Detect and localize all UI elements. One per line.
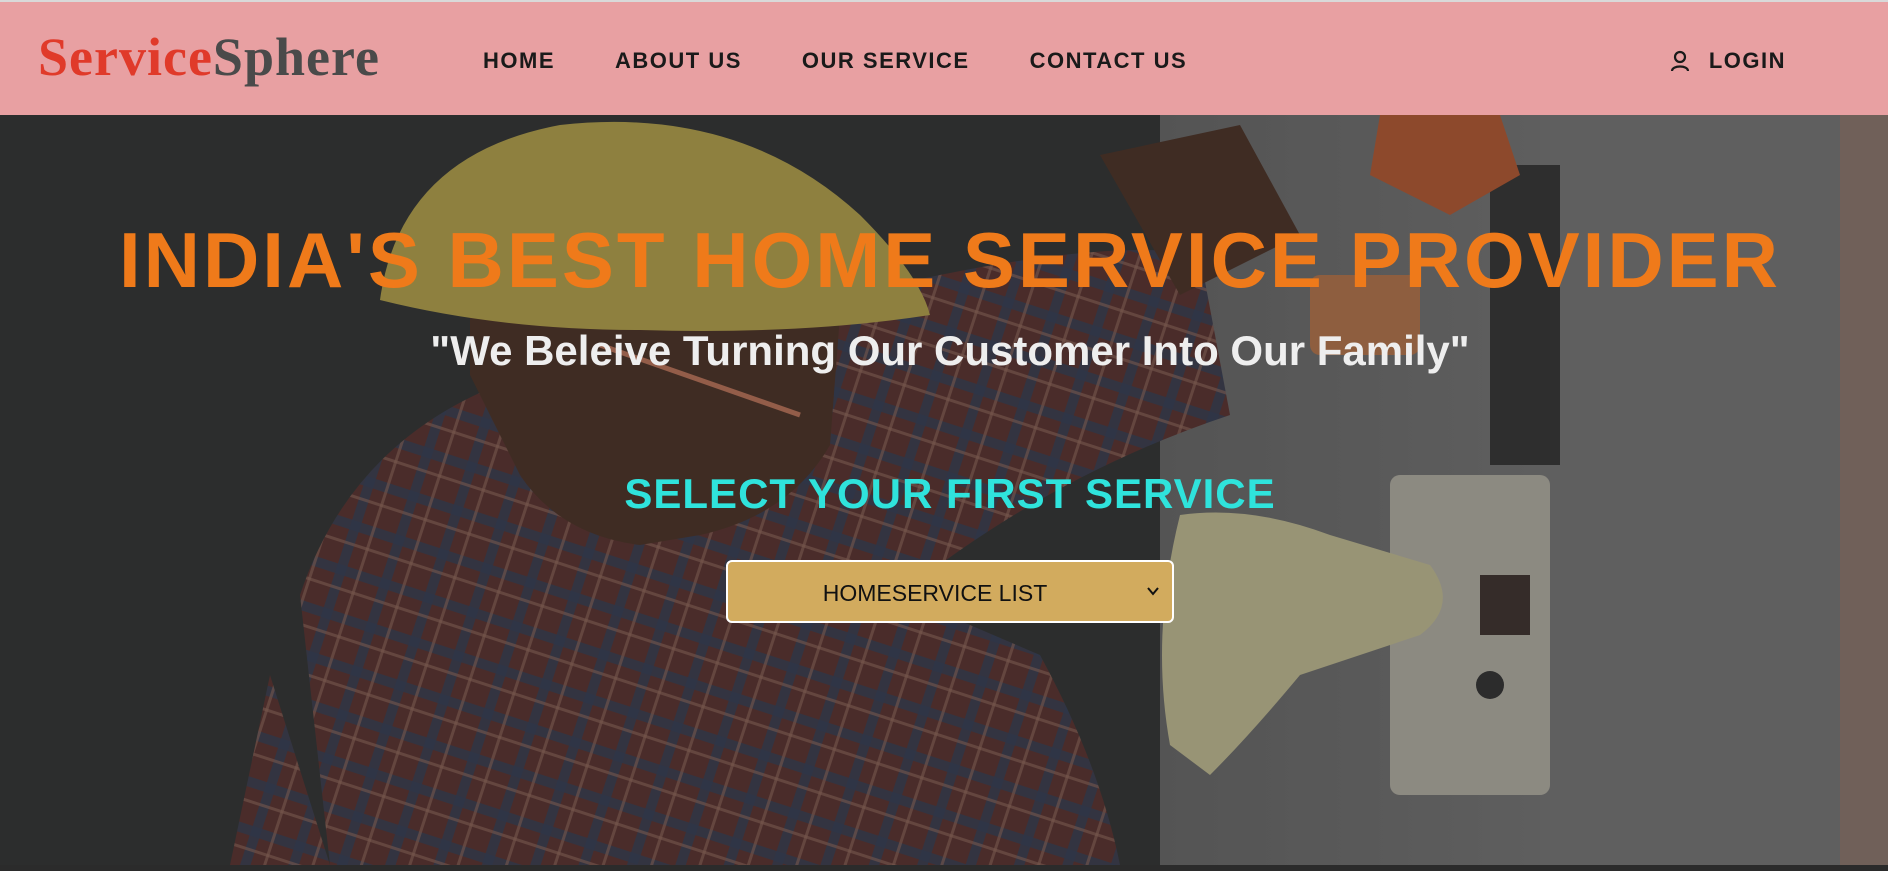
nav-link-our-service[interactable]: OUR SERVICE [802, 48, 970, 74]
nav-link-contact-us[interactable]: CONTACT US [1030, 48, 1188, 74]
bottom-strip [0, 865, 1888, 871]
login-label: LOGIN [1708, 48, 1786, 73]
chevron-down-icon [1147, 587, 1159, 596]
user-icon [1670, 50, 1689, 72]
navbar: ServiceSphere HOME ABOUT US OUR SERVICE … [0, 0, 1888, 115]
nav-menu: HOME ABOUT US OUR SERVICE CONTACT US [483, 48, 1247, 74]
nav-link-home[interactable]: HOME [483, 48, 555, 74]
login-button[interactable]: LOGIN [1669, 48, 1786, 74]
select-service-title: SELECT YOUR FIRST SERVICE [624, 470, 1276, 517]
service-select-dropdown[interactable]: HOMESERVICE LIST [726, 560, 1174, 623]
hero-section: INDIA'S BEST HOME SERVICE PROVIDER "We B… [0, 115, 1888, 865]
hero-tagline: "We Beleive Turning Our Customer Into Ou… [430, 327, 1470, 374]
hero-headline: INDIA'S BEST HOME SERVICE PROVIDER [118, 216, 1782, 304]
brand-logo-part1: Service [38, 27, 213, 87]
brand-logo[interactable]: ServiceSphere [38, 30, 380, 84]
service-select-value: HOMESERVICE LIST [822, 580, 1048, 606]
brand-logo-part2: Sphere [212, 27, 380, 87]
nav-link-about-us[interactable]: ABOUT US [615, 48, 742, 74]
